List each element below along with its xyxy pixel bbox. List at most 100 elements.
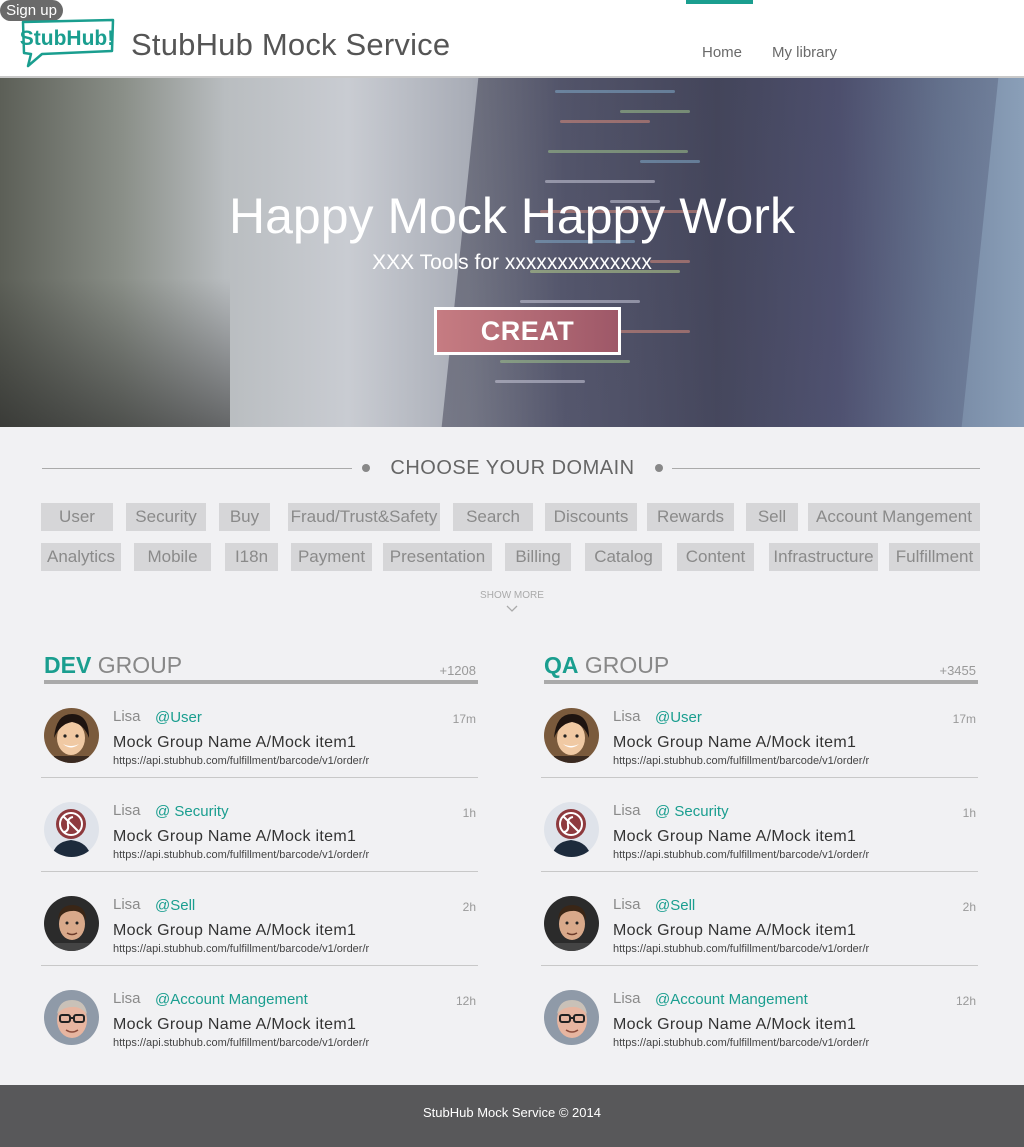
group-title[interactable]: QA GROUP [544, 652, 669, 679]
item-url[interactable]: https://api.stubhub.com/fulfillment/barc… [113, 755, 369, 767]
man-glasses-avatar[interactable] [44, 990, 99, 1045]
stubhub-logo[interactable]: StubHub! [20, 18, 118, 68]
item-domain-tag[interactable]: @Account Mangement [655, 991, 808, 1008]
group-list-item[interactable]: Lisa @User 17m Mock Group Name A/Mock item1… [41, 684, 478, 778]
domain-tag[interactable]: Search [453, 503, 533, 531]
item-title[interactable]: Mock Group Name A/Mock item1 [113, 734, 356, 752]
domain-tag[interactable]: Discounts [545, 503, 637, 531]
domain-tag[interactable]: I18n [225, 543, 278, 571]
domain-divider-left [42, 468, 352, 469]
hero-title: Happy Mock Happy Work [229, 188, 795, 244]
item-title[interactable]: Mock Group Name A/Mock item1 [113, 828, 356, 846]
site-title: StubHub Mock Service [131, 27, 451, 62]
item-title[interactable]: Mock Group Name A/Mock item1 [613, 734, 856, 752]
domain-tag[interactable]: Rewards [647, 503, 734, 531]
hero-code-line [495, 380, 585, 383]
flash-blocked-avatar[interactable] [544, 802, 599, 857]
group-title[interactable]: DEV GROUP [44, 652, 182, 679]
domain-divider-right [672, 468, 980, 469]
man-avatar[interactable] [44, 896, 99, 951]
group-list-item[interactable]: Lisa @Sell 2h Mock Group Name A/Mock item1 h… [41, 872, 478, 966]
footer: StubHub Mock Service © 2014 [0, 1085, 1024, 1147]
item-username[interactable]: Lisa [613, 896, 641, 913]
domain-tag[interactable]: Mobile [134, 543, 211, 571]
group-list-item[interactable]: Lisa @Account Mangement 12h Mock Group Name… [544, 966, 978, 1060]
nav-library-link[interactable]: My library [772, 44, 837, 66]
item-url[interactable]: https://api.stubhub.com/fulfillment/barc… [613, 849, 869, 861]
item-title[interactable]: Mock Group Name A/Mock item1 [613, 1016, 856, 1034]
domain-dot-right [655, 464, 663, 472]
show-more-link[interactable]: SHOW MORE [0, 590, 1024, 601]
domain-tag[interactable]: Content [677, 543, 754, 571]
item-username[interactable]: Lisa [113, 990, 141, 1007]
item-username[interactable]: Lisa [613, 802, 641, 819]
group-count: +1208 [439, 663, 476, 678]
hero-code-line [500, 360, 630, 363]
item-domain-tag[interactable]: @Account Mangement [155, 991, 308, 1008]
domain-tag[interactable]: Billing [505, 543, 571, 571]
group-list-item[interactable]: Lisa @User 17m Mock Group Name A/Mock item1… [541, 684, 978, 778]
item-username[interactable]: Lisa [113, 802, 141, 819]
group-list-item[interactable]: Lisa @Account Mangement 12h Mock Group Name… [44, 966, 478, 1060]
item-domain-tag[interactable]: @Sell [655, 897, 695, 914]
item-domain-tag[interactable]: @ Security [655, 803, 729, 820]
domain-tag[interactable]: Fraud/Trust&Safety [288, 503, 440, 531]
flash-blocked-avatar[interactable] [44, 802, 99, 857]
hero-code-line [545, 180, 655, 183]
domain-tag[interactable]: Sell [746, 503, 798, 531]
group-list-item[interactable]: Lisa @Sell 2h Mock Group Name A/Mock item1 h… [541, 872, 978, 966]
domain-dot-left [362, 464, 370, 472]
domain-tag[interactable]: Analytics [41, 543, 121, 571]
item-url[interactable]: https://api.stubhub.com/fulfillment/barc… [613, 755, 869, 767]
item-title[interactable]: Mock Group Name A/Mock item1 [613, 922, 856, 940]
domain-tag[interactable]: Security [126, 503, 206, 531]
item-title[interactable]: Mock Group Name A/Mock item1 [613, 828, 856, 846]
item-username[interactable]: Lisa [113, 896, 141, 913]
domain-tag[interactable]: Fulfillment [889, 543, 980, 571]
item-timestamp: 1h [462, 806, 476, 820]
item-username[interactable]: Lisa [613, 708, 641, 725]
domain-tag[interactable]: User [41, 503, 113, 531]
domain-heading: CHOOSE YOUR DOMAIN [390, 457, 635, 479]
item-timestamp: 2h [462, 900, 476, 914]
item-domain-tag[interactable]: @User [155, 709, 202, 726]
domain-tag[interactable]: Infrastructure [769, 543, 878, 571]
domain-tag[interactable]: Account Mangement [808, 503, 980, 531]
item-domain-tag[interactable]: @Sell [155, 897, 195, 914]
item-title[interactable]: Mock Group Name A/Mock item1 [113, 1016, 356, 1034]
item-timestamp: 17m [952, 712, 976, 726]
group-title-accent: DEV [44, 652, 92, 678]
create-button[interactable]: CREAT [434, 307, 621, 355]
domain-tag[interactable]: Presentation [383, 543, 492, 571]
group-count: +3455 [939, 663, 976, 678]
item-username[interactable]: Lisa [113, 708, 141, 725]
group-title-accent: QA [544, 652, 579, 678]
item-timestamp: 12h [455, 994, 476, 1008]
group-list-item[interactable]: Lisa @ Security 1h Mock Group Name A/Mock i… [41, 778, 478, 872]
item-url[interactable]: https://api.stubhub.com/fulfillment/barc… [113, 1037, 369, 1049]
nav-home-link[interactable]: Home [702, 44, 742, 66]
item-domain-tag[interactable]: @ Security [155, 803, 229, 820]
chevron-down-icon[interactable] [505, 602, 519, 616]
group-list-item[interactable]: Lisa @ Security 1h Mock Group Name A/Mock i… [541, 778, 978, 872]
woman-avatar[interactable] [544, 708, 599, 763]
man-avatar[interactable] [544, 896, 599, 951]
item-url[interactable]: https://api.stubhub.com/fulfillment/barc… [113, 943, 369, 955]
group-header: DEV GROUP +1208 [44, 650, 478, 684]
item-timestamp: 17m [452, 712, 476, 726]
item-url[interactable]: https://api.stubhub.com/fulfillment/barc… [613, 943, 869, 955]
domain-tag[interactable]: Buy [219, 503, 270, 531]
hero-code-line [520, 300, 640, 303]
item-url[interactable]: https://api.stubhub.com/fulfillment/barc… [113, 849, 369, 861]
hero-code-line [548, 150, 688, 153]
item-url[interactable]: https://api.stubhub.com/fulfillment/barc… [613, 1037, 869, 1049]
man-glasses-avatar[interactable] [544, 990, 599, 1045]
logo-text: StubHub! [20, 27, 114, 50]
group-title-rest: GROUP [97, 652, 183, 678]
item-domain-tag[interactable]: @User [655, 709, 702, 726]
woman-avatar[interactable] [44, 708, 99, 763]
item-title[interactable]: Mock Group Name A/Mock item1 [113, 922, 356, 940]
domain-tag[interactable]: Catalog [585, 543, 662, 571]
domain-tag[interactable]: Payment [291, 543, 372, 571]
item-username[interactable]: Lisa [613, 990, 641, 1007]
